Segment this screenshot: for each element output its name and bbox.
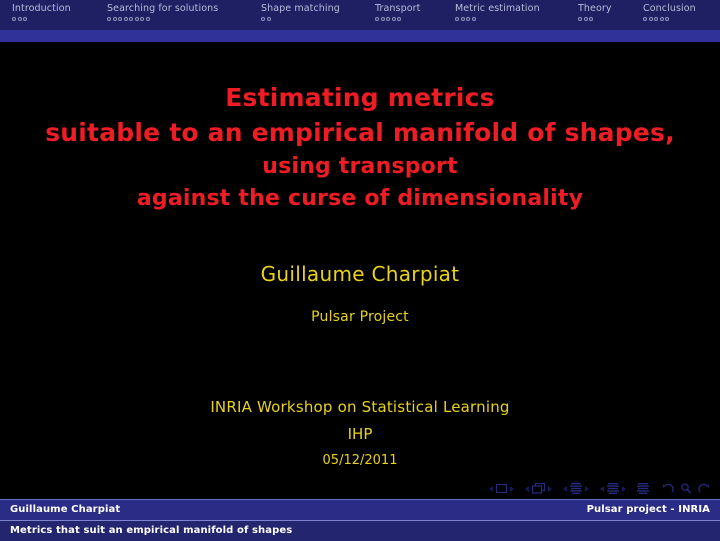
footer-secondary-bar: Metrics that suit an empirical manifold … bbox=[0, 520, 720, 541]
event-name: INRIA Workshop on Statistical Learning bbox=[210, 398, 510, 416]
nav-section-transport[interactable]: Transport bbox=[375, 0, 420, 21]
subsection-navigation-group[interactable] bbox=[525, 483, 552, 494]
nav-slide-dot[interactable] bbox=[266, 17, 271, 21]
nav-section-label: Conclusion bbox=[643, 3, 696, 14]
nav-section-label: Searching for solutions bbox=[107, 3, 219, 14]
nav-section-searching-for-solutions[interactable]: Searching for solutions bbox=[107, 0, 218, 21]
section-nav-strip: Introduction Searching for solutions Shape… bbox=[0, 0, 720, 30]
section-navigation-group[interactable] bbox=[563, 483, 589, 494]
nav-slide-dot[interactable] bbox=[123, 17, 128, 21]
nav-section-introduction[interactable]: Introduction bbox=[12, 0, 71, 21]
header-navigation-bar: Introduction Searching for solutions Shape… bbox=[0, 0, 720, 30]
nav-section-slide-dots[interactable] bbox=[643, 17, 669, 21]
nav-slide-dot[interactable] bbox=[261, 17, 265, 21]
prev-section-icon[interactable] bbox=[563, 485, 567, 492]
section-icon[interactable] bbox=[570, 483, 582, 494]
forward-icon[interactable] bbox=[698, 483, 710, 494]
title-line-2: suitable to an empirical manifold of sha… bbox=[45, 118, 675, 147]
nav-slide-dot[interactable] bbox=[659, 17, 664, 21]
title-line-4: against the curse of dimensionality bbox=[136, 186, 584, 211]
nav-section-slide-dots[interactable] bbox=[261, 17, 271, 21]
author-block: Guillaume Charpiat Pulsar Project bbox=[0, 262, 720, 326]
author-name: Guillaume Charpiat bbox=[260, 262, 460, 286]
nav-slide-dot[interactable] bbox=[145, 17, 150, 21]
footer-primary-bar: Guillaume Charpiat Pulsar project - INRI… bbox=[0, 499, 720, 520]
nav-slide-dot[interactable] bbox=[140, 17, 144, 21]
nav-section-conclusion[interactable]: Conclusion bbox=[643, 0, 696, 21]
nav-slide-dot[interactable] bbox=[23, 17, 27, 21]
nav-section-shape-matching[interactable]: Shape matching bbox=[261, 0, 340, 21]
search-icon[interactable] bbox=[680, 483, 692, 494]
nav-slide-dot[interactable] bbox=[107, 17, 111, 21]
nav-slide-dot[interactable] bbox=[471, 17, 476, 21]
footer-subtitle: Metrics that suit an empirical manifold … bbox=[10, 525, 293, 536]
nav-slide-dot[interactable] bbox=[643, 17, 647, 21]
event-block: INRIA Workshop on Statistical Learning I… bbox=[0, 397, 720, 470]
nav-section-theory[interactable]: Theory bbox=[578, 0, 612, 21]
nav-slide-dot[interactable] bbox=[455, 17, 459, 21]
back-icon[interactable] bbox=[662, 483, 674, 494]
nav-section-label: Theory bbox=[578, 3, 612, 14]
prev-subsection-icon[interactable] bbox=[525, 485, 529, 492]
nav-slide-dot[interactable] bbox=[578, 17, 582, 21]
nav-slide-dot[interactable] bbox=[112, 17, 117, 21]
nav-slide-dot[interactable] bbox=[12, 17, 16, 21]
nav-slide-dot[interactable] bbox=[589, 17, 593, 21]
nav-slide-dot[interactable] bbox=[391, 17, 396, 21]
next-subsection-icon[interactable] bbox=[548, 485, 552, 492]
footer-project: Pulsar project - INRIA bbox=[586, 504, 710, 515]
nav-slide-dot[interactable] bbox=[129, 17, 133, 21]
beamer-navigation-symbols[interactable] bbox=[489, 483, 710, 494]
header-accent-band bbox=[0, 30, 720, 42]
nav-slide-dot[interactable] bbox=[466, 17, 470, 21]
event-venue: IHP bbox=[347, 425, 373, 443]
document-navigation-group[interactable] bbox=[600, 483, 626, 494]
nav-slide-dot[interactable] bbox=[134, 17, 139, 21]
subsection-icon[interactable] bbox=[532, 483, 545, 494]
prev-frame-icon[interactable] bbox=[489, 485, 493, 492]
nav-slide-dot[interactable] bbox=[380, 17, 385, 21]
author-institution: Pulsar Project bbox=[311, 309, 409, 325]
nav-slide-dot[interactable] bbox=[648, 17, 653, 21]
nav-slide-dot[interactable] bbox=[118, 17, 122, 21]
nav-section-slide-dots[interactable] bbox=[107, 17, 150, 21]
nav-section-slide-dots[interactable] bbox=[12, 17, 27, 21]
frame-navigation-group[interactable] bbox=[489, 484, 514, 493]
title-line-1: Estimating metrics bbox=[225, 83, 495, 112]
nav-slide-dot[interactable] bbox=[665, 17, 669, 21]
nav-section-label: Shape matching bbox=[261, 3, 340, 14]
first-frame-icon[interactable] bbox=[496, 484, 507, 493]
nav-section-label: Introduction bbox=[12, 3, 71, 14]
nav-slide-dot[interactable] bbox=[386, 17, 390, 21]
document-icon[interactable] bbox=[607, 483, 619, 494]
prev-doc-icon[interactable] bbox=[600, 485, 604, 492]
slide-title: Estimating metrics suitable to an empiri… bbox=[0, 80, 720, 214]
event-date: 05/12/2011 bbox=[322, 453, 398, 468]
title-line-3: using transport bbox=[262, 154, 458, 179]
nav-slide-dot[interactable] bbox=[654, 17, 658, 21]
nav-slide-dot[interactable] bbox=[460, 17, 465, 21]
nav-section-slide-dots[interactable] bbox=[578, 17, 593, 21]
nav-slide-dot[interactable] bbox=[375, 17, 379, 21]
nav-slide-dot[interactable] bbox=[397, 17, 401, 21]
slide-body: Estimating metrics suitable to an empiri… bbox=[0, 42, 720, 499]
footer-author: Guillaume Charpiat bbox=[10, 504, 121, 515]
next-frame-icon[interactable] bbox=[510, 485, 514, 492]
nav-slide-dot[interactable] bbox=[583, 17, 588, 21]
nav-section-slide-dots[interactable] bbox=[375, 17, 401, 21]
next-doc-icon[interactable] bbox=[622, 485, 626, 492]
nav-section-metric-estimation[interactable]: Metric estimation bbox=[455, 0, 540, 21]
nav-section-label: Metric estimation bbox=[455, 3, 540, 14]
next-section-icon[interactable] bbox=[585, 485, 589, 492]
nav-slide-dot[interactable] bbox=[17, 17, 22, 21]
nav-section-slide-dots[interactable] bbox=[455, 17, 476, 21]
nav-section-label: Transport bbox=[375, 3, 421, 14]
contents-icon[interactable] bbox=[637, 483, 649, 494]
